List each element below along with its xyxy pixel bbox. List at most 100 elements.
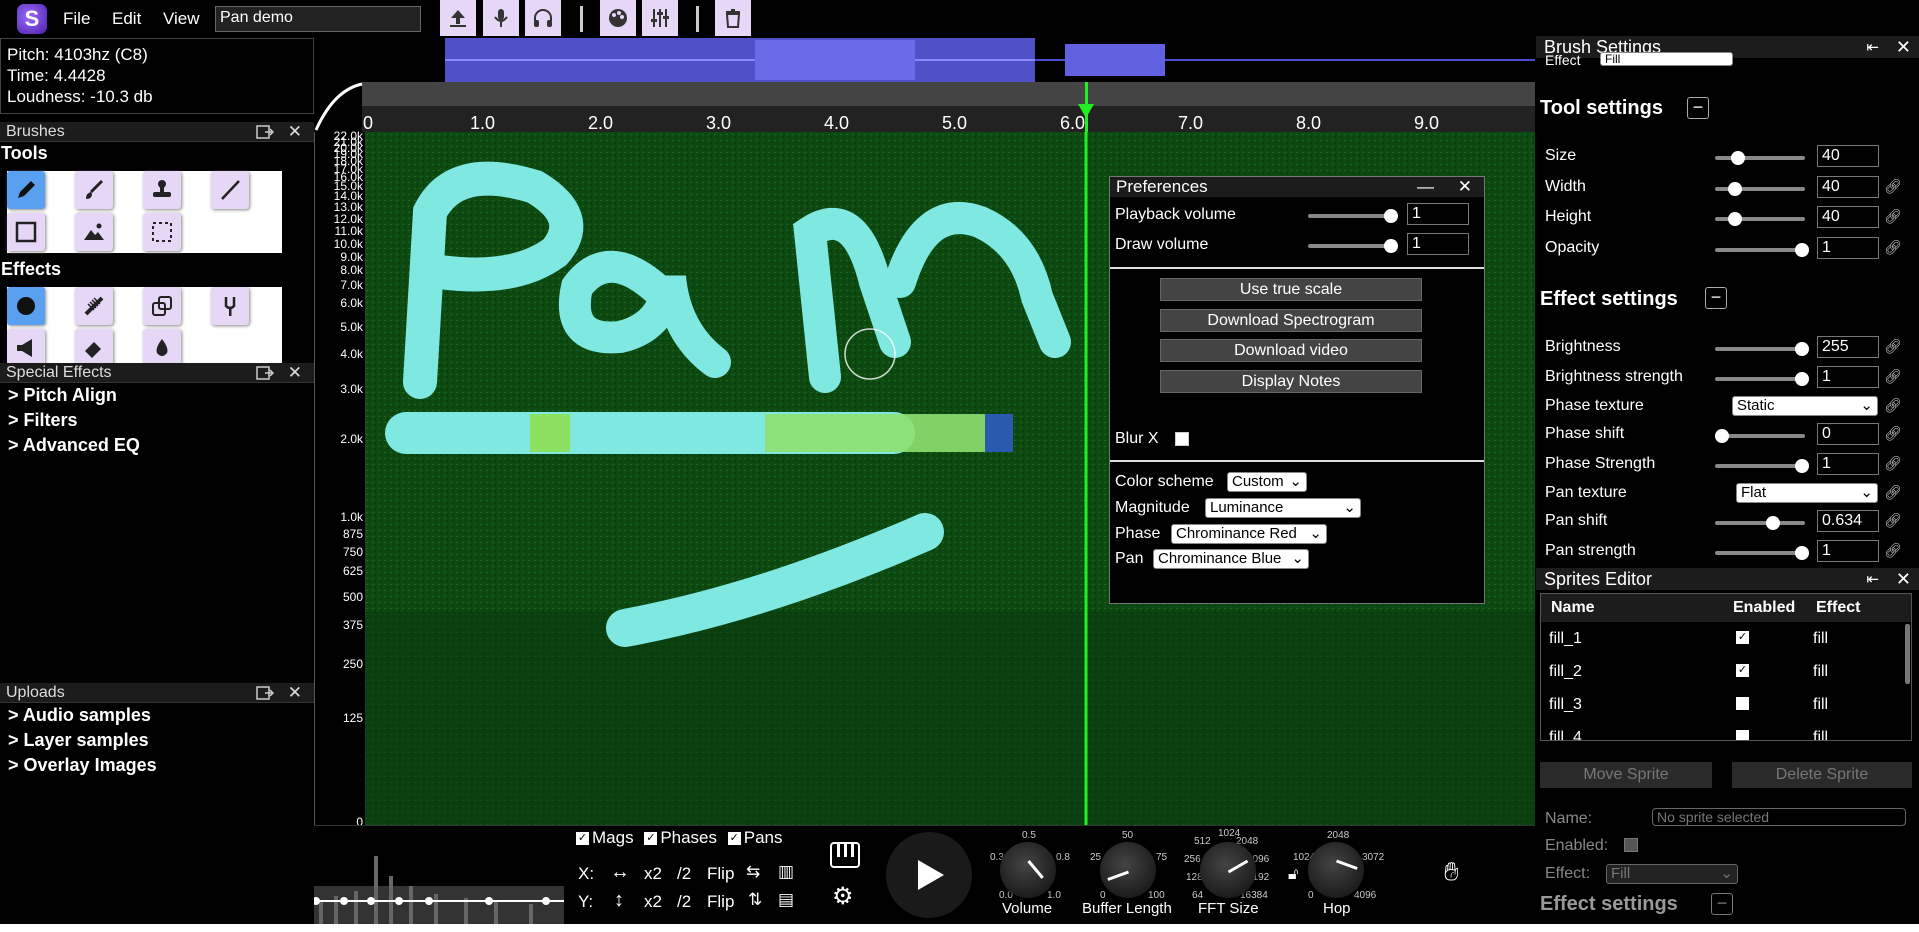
- hop-knob[interactable]: [1308, 842, 1364, 898]
- buffer-length-knob[interactable]: [1100, 842, 1156, 898]
- listen-button[interactable]: [525, 0, 561, 36]
- opacity-slider[interactable]: [1715, 243, 1809, 257]
- tool-brush[interactable]: [75, 171, 113, 209]
- table-row[interactable]: fill_4 fill: [1541, 723, 1911, 740]
- y-zoom-in-button[interactable]: x2: [644, 892, 662, 912]
- link-icon[interactable]: 🔗︎: [1884, 178, 1902, 195]
- y-zoom-out-button[interactable]: /2: [677, 892, 691, 912]
- link-icon[interactable]: 🔗︎: [1884, 239, 1902, 256]
- link-icon[interactable]: 🔗︎: [1884, 338, 1902, 355]
- upload-button[interactable]: [440, 0, 476, 36]
- height-input[interactable]: 40: [1817, 206, 1879, 228]
- link-icon[interactable]: 🔗︎: [1884, 455, 1902, 472]
- playback-volume-input[interactable]: 1: [1407, 203, 1469, 225]
- gear-icon[interactable]: ⚙: [832, 882, 854, 911]
- sprite-enabled-checkbox[interactable]: ✓: [1736, 664, 1749, 677]
- effect-tuning-fork[interactable]: [211, 287, 249, 325]
- sprite-name-input[interactable]: No sprite selected: [1652, 808, 1906, 826]
- y-flip-button[interactable]: Flip: [707, 892, 734, 912]
- hand-icon[interactable]: ✋︎: [1444, 856, 1459, 888]
- eq-curve-editor[interactable]: [314, 846, 564, 924]
- sprite-enabled-checkbox[interactable]: ✓: [1736, 631, 1749, 644]
- record-button[interactable]: [483, 0, 519, 36]
- undock-icon[interactable]: [256, 125, 274, 139]
- layer-samples-item[interactable]: > Layer samples: [8, 730, 149, 751]
- display-notes-button[interactable]: Display Notes: [1160, 370, 1422, 393]
- swap-vertical-icon[interactable]: ⇅: [748, 890, 762, 910]
- close-icon[interactable]: ✕: [1896, 568, 1911, 590]
- move-sprite-button[interactable]: Move Sprite: [1540, 762, 1712, 788]
- use-true-scale-button[interactable]: Use true scale: [1160, 278, 1422, 301]
- brightness-slider[interactable]: [1715, 342, 1809, 356]
- tool-rectangle[interactable]: [7, 213, 45, 251]
- x-zoom-in-button[interactable]: x2: [644, 864, 662, 884]
- delete-sprite-button[interactable]: Delete Sprite: [1732, 762, 1912, 788]
- effect-layers[interactable]: [143, 287, 181, 325]
- advanced-eq-item[interactable]: > Advanced EQ: [8, 435, 140, 456]
- volume-knob[interactable]: [1000, 842, 1056, 898]
- play-button[interactable]: [886, 832, 972, 918]
- table-row[interactable]: fill_2 ✓ fill: [1541, 657, 1911, 687]
- draw-volume-input[interactable]: 1: [1407, 233, 1469, 255]
- effect-circle[interactable]: [7, 287, 45, 325]
- pan-shift-slider[interactable]: [1715, 516, 1805, 530]
- x-zoom-out-button[interactable]: /2: [677, 864, 691, 884]
- unlock-icon[interactable]: 🔓︎: [1288, 866, 1298, 884]
- effect-select[interactable]: Fill: [1600, 52, 1733, 66]
- fft-size-knob[interactable]: [1200, 842, 1256, 898]
- effect-comb[interactable]: [75, 287, 113, 325]
- brightness-input[interactable]: 255: [1817, 336, 1879, 358]
- mags-checkbox[interactable]: ✓: [576, 832, 589, 846]
- height-slider[interactable]: [1715, 212, 1805, 226]
- phase-texture-select[interactable]: Static ⌄: [1732, 396, 1878, 416]
- sprite-enabled-checkbox[interactable]: [1736, 697, 1749, 710]
- phase-strength-slider[interactable]: [1715, 459, 1809, 473]
- tool-line[interactable]: [211, 171, 249, 209]
- pitch-align-item[interactable]: > Pitch Align: [8, 385, 117, 406]
- sprite-enabled-checkbox[interactable]: [1624, 838, 1638, 852]
- magnitude-select[interactable]: Luminance ⌄: [1205, 498, 1361, 518]
- phases-checkbox[interactable]: ✓: [644, 832, 658, 846]
- piano-icon[interactable]: [830, 840, 860, 870]
- playback-volume-slider[interactable]: [1308, 209, 1398, 223]
- pan-strength-input[interactable]: 1: [1817, 540, 1879, 562]
- sprite-enabled-checkbox[interactable]: [1736, 730, 1749, 740]
- filters-item[interactable]: > Filters: [8, 410, 78, 431]
- undock-icon[interactable]: [256, 366, 274, 380]
- collapse-effect-settings-button[interactable]: −: [1705, 287, 1727, 309]
- scrollbar[interactable]: [1905, 624, 1910, 684]
- link-icon[interactable]: 🔗︎: [1884, 368, 1902, 385]
- size-slider[interactable]: [1715, 151, 1805, 165]
- width-slider[interactable]: [1715, 182, 1805, 196]
- close-icon[interactable]: ✕: [288, 683, 302, 703]
- download-video-button[interactable]: Download video: [1160, 339, 1422, 362]
- pans-checkbox[interactable]: ✓: [727, 832, 741, 846]
- link-icon[interactable]: 🔗︎: [1884, 425, 1902, 442]
- width-input[interactable]: 40: [1817, 176, 1879, 198]
- pan-strength-slider[interactable]: [1715, 546, 1809, 560]
- effect-drop[interactable]: [143, 329, 181, 363]
- phase-strength-input[interactable]: 1: [1817, 453, 1879, 475]
- tool-selection[interactable]: [143, 213, 181, 251]
- color-scheme-select[interactable]: Custom ⌄: [1227, 472, 1307, 492]
- undock-icon[interactable]: ⇤: [1866, 37, 1879, 59]
- phase-select[interactable]: Chrominance Red ⌄: [1171, 524, 1327, 544]
- pan-texture-select[interactable]: Flat ⌄: [1736, 483, 1878, 503]
- undock-icon[interactable]: [256, 686, 274, 700]
- columns-icon[interactable]: ▥: [778, 862, 794, 882]
- draw-volume-slider[interactable]: [1308, 239, 1398, 253]
- tool-pencil[interactable]: [7, 171, 45, 209]
- table-row[interactable]: fill_1 ✓ fill: [1541, 624, 1911, 654]
- project-name-input[interactable]: Pan demo: [215, 6, 421, 32]
- link-icon[interactable]: 🔗︎: [1884, 397, 1902, 414]
- blur-x-checkbox[interactable]: [1175, 432, 1189, 446]
- tool-stamp[interactable]: [143, 171, 181, 209]
- color-button[interactable]: [600, 0, 636, 36]
- overlay-images-item[interactable]: > Overlay Images: [8, 755, 157, 776]
- tool-image[interactable]: [75, 213, 113, 251]
- pan-select[interactable]: Chrominance Blue ⌄: [1153, 549, 1309, 569]
- close-icon[interactable]: ✕: [288, 122, 302, 142]
- close-icon[interactable]: ✕: [1896, 36, 1911, 58]
- link-icon[interactable]: 🔗︎: [1884, 542, 1902, 559]
- link-icon[interactable]: 🔗︎: [1884, 484, 1902, 501]
